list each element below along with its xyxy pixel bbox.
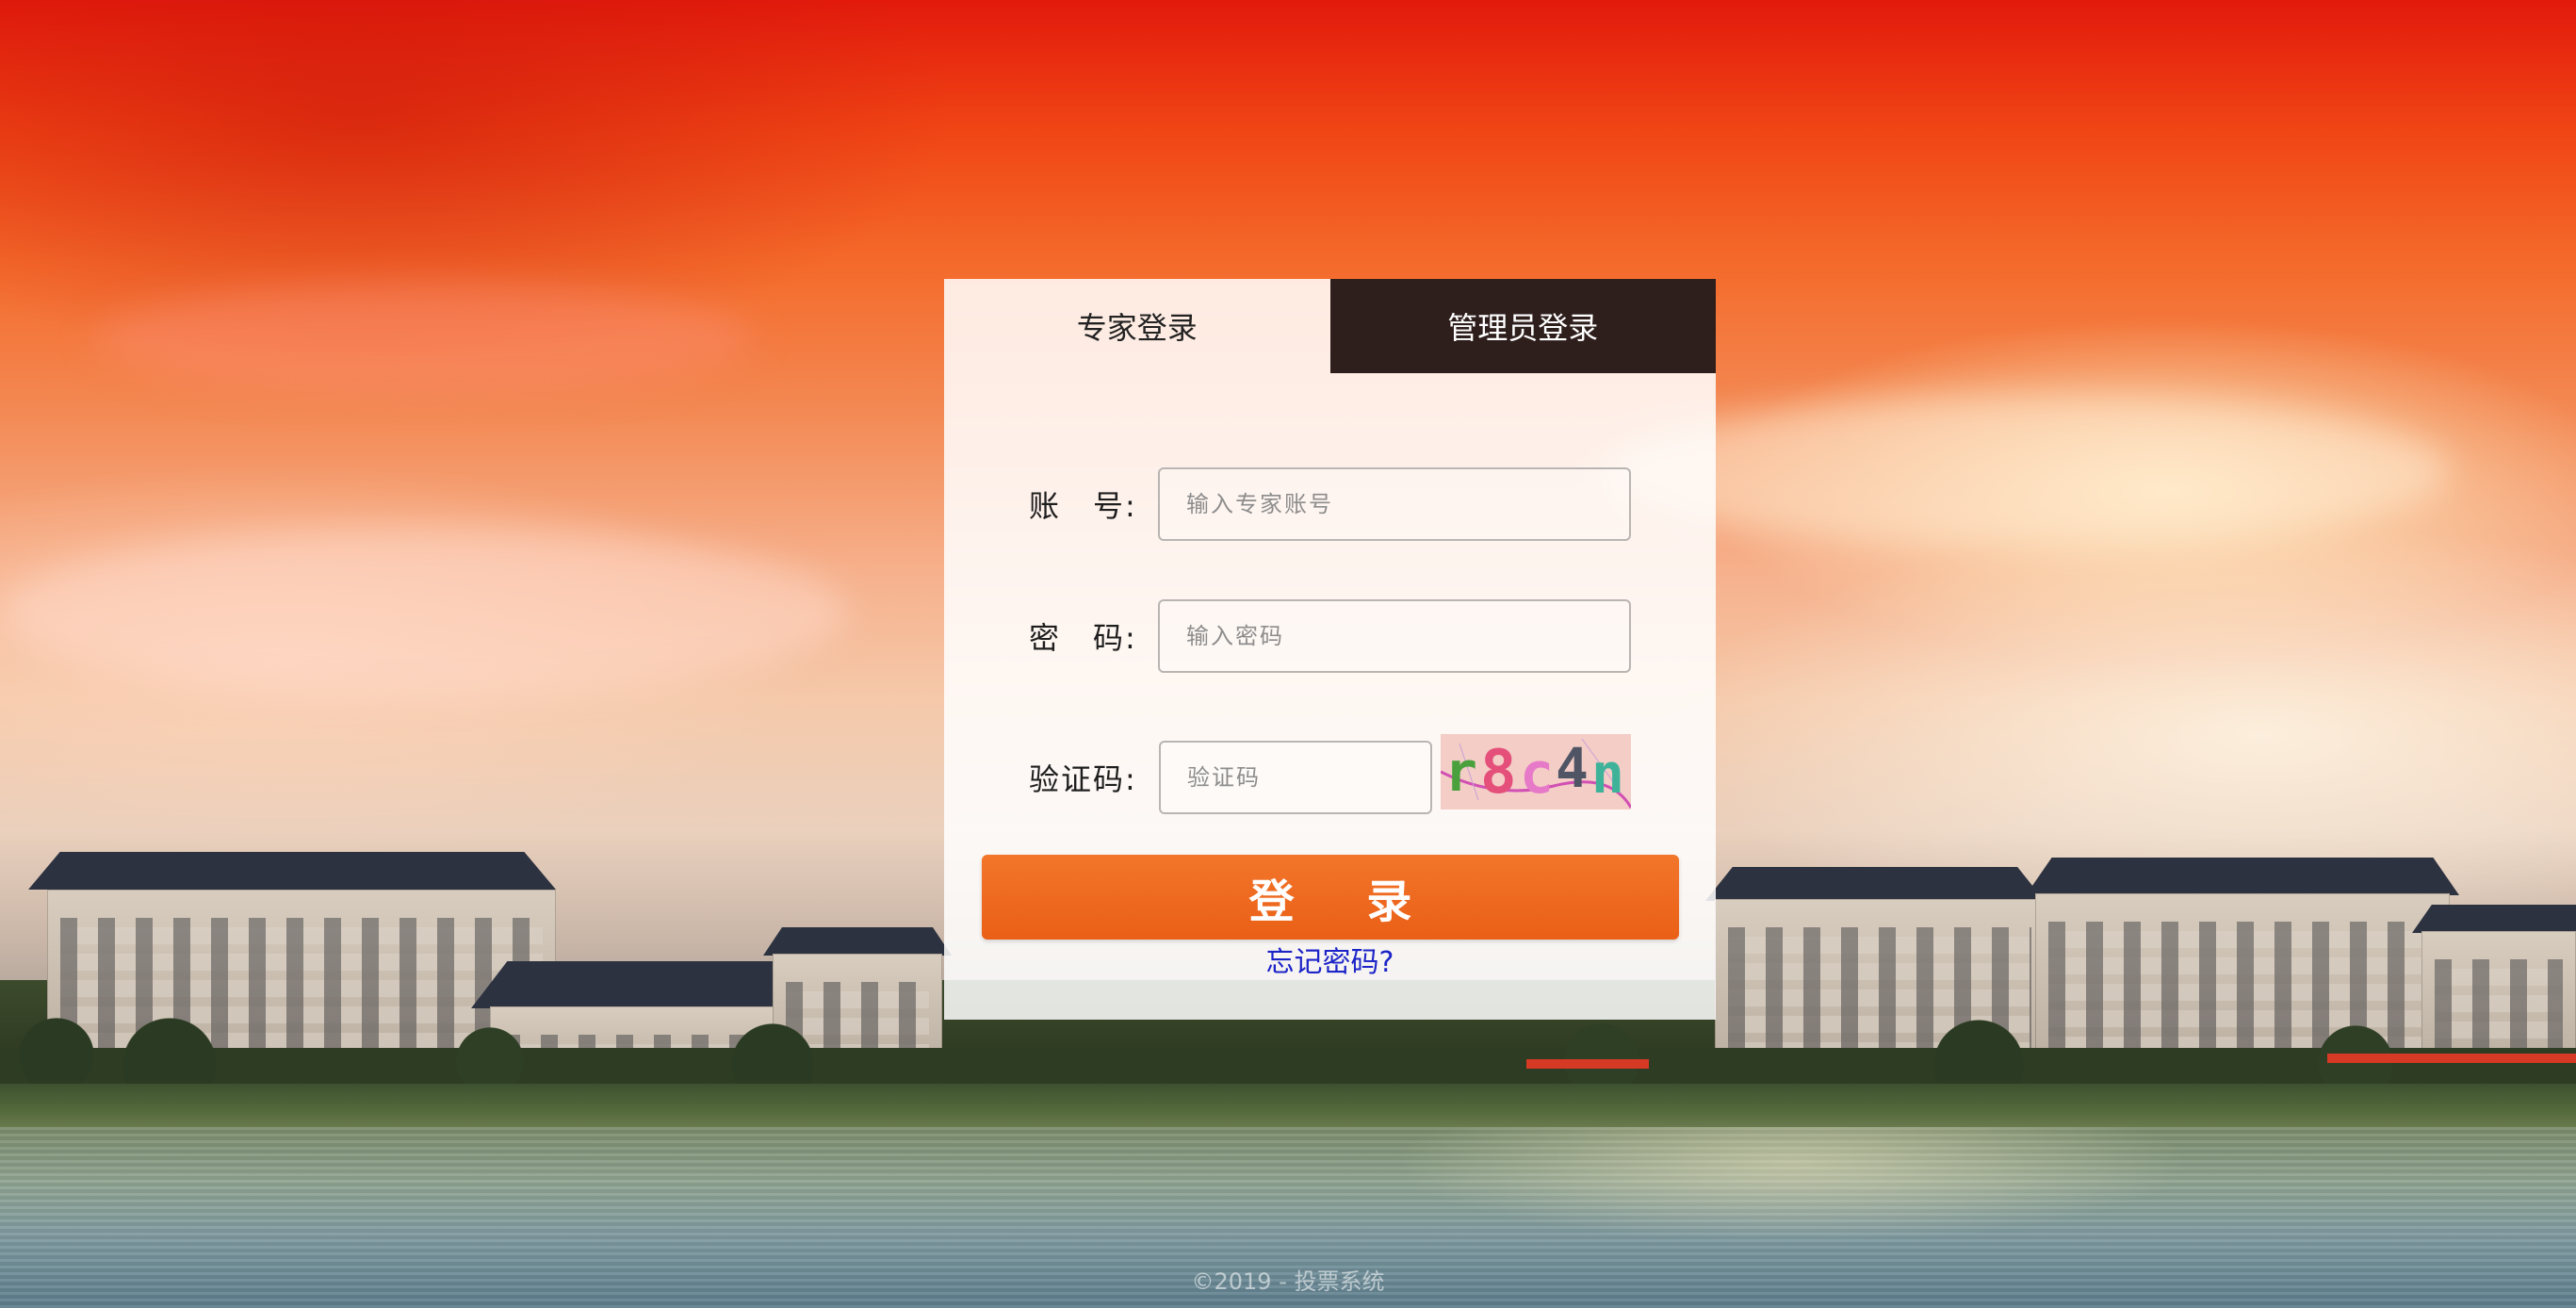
- tab-expert-login[interactable]: 专家登录: [944, 279, 1330, 373]
- tab-admin-login[interactable]: 管理员登录: [1329, 279, 1716, 373]
- account-input[interactable]: [1158, 467, 1631, 541]
- login-tabs: 专家登录 管理员登录: [944, 279, 1716, 373]
- account-label: 账 号:: [1029, 488, 1137, 524]
- password-label: 密 码:: [1029, 620, 1137, 656]
- building-roof: [2412, 905, 2576, 933]
- login-button[interactable]: 登 录: [982, 855, 1679, 940]
- captcha-image[interactable]: r 8 c 4 n: [1441, 734, 1631, 809]
- building-roof: [2026, 858, 2459, 895]
- captcha-label: 验证码:: [1029, 761, 1137, 797]
- red-banner-strip: [2327, 1054, 2576, 1063]
- password-input[interactable]: [1158, 599, 1631, 673]
- red-banner-strip: [1526, 1059, 1649, 1069]
- tree-line: [0, 1018, 2576, 1093]
- login-page: 专家登录 管理员登录 账 号: 密 码: 验证码: r 8 c 4 n 登 录 …: [0, 0, 2576, 1308]
- building-roof: [28, 852, 556, 890]
- captcha-graphic: r 8 c 4 n: [1441, 734, 1631, 809]
- cloud: [0, 528, 848, 697]
- svg-text:c: c: [1520, 741, 1554, 807]
- svg-text:n: n: [1591, 742, 1624, 806]
- cloud: [1602, 396, 2450, 547]
- building-roof: [1705, 867, 2045, 901]
- shoreline: [0, 1084, 2576, 1131]
- svg-text:4: 4: [1556, 736, 1589, 800]
- svg-text:8: 8: [1480, 738, 1517, 808]
- login-panel: 专家登录 管理员登录 账 号: 密 码: 验证码: r 8 c 4 n 登 录 …: [944, 279, 1716, 1020]
- cloud: [94, 283, 754, 396]
- building-roof: [763, 927, 952, 956]
- footer-copyright: ©2019 - 投票系统: [1191, 1268, 1385, 1295]
- captcha-input[interactable]: [1159, 741, 1432, 814]
- forgot-password-link[interactable]: 忘记密码?: [944, 939, 1716, 980]
- svg-text:r: r: [1444, 740, 1477, 804]
